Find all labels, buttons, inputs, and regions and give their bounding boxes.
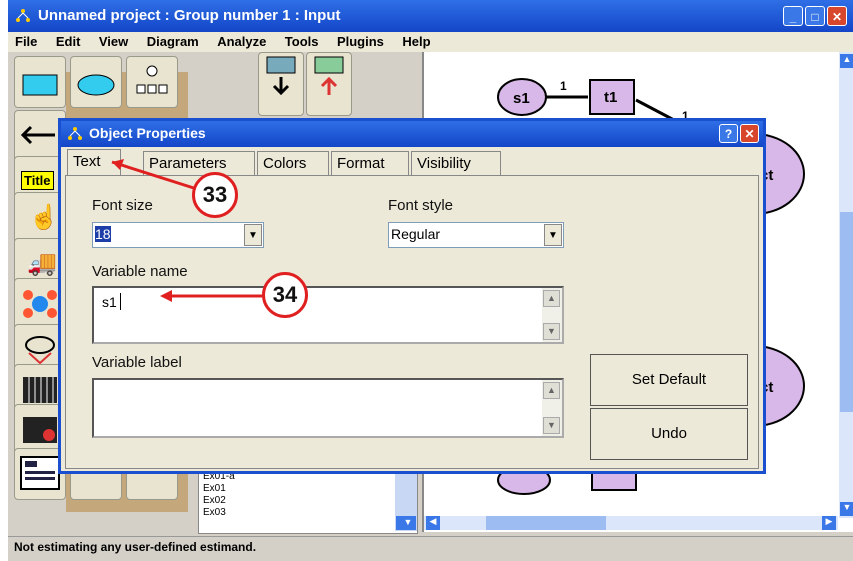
callout-33: 33: [192, 172, 238, 218]
callout-arrowhead: [160, 290, 172, 302]
annotation-overlay: [111, 159, 262, 302]
callout-34: 34: [262, 272, 308, 318]
callout-arrow: [111, 160, 201, 192]
